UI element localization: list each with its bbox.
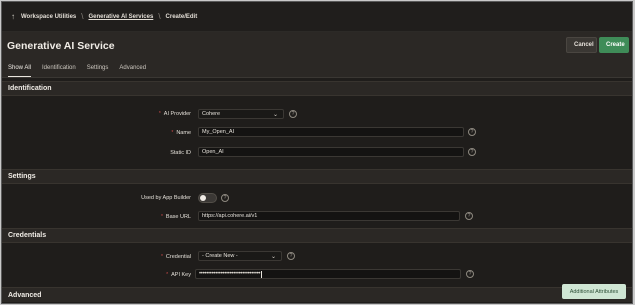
- section-advanced: Advanced: [2, 287, 632, 302]
- required-marker: *: [171, 130, 174, 136]
- cancel-button[interactable]: Cancel: [566, 37, 597, 53]
- text-caret: [261, 270, 263, 278]
- app-window: ↑ Workspace Utilities \ Generative AI Se…: [1, 1, 633, 304]
- help-icon[interactable]: ?: [466, 270, 474, 278]
- help-icon[interactable]: ?: [221, 194, 229, 202]
- section-credentials: Credentials: [2, 228, 632, 243]
- used-by-app-builder-label: Used by App Builder: [141, 195, 191, 201]
- additional-attributes-button[interactable]: Additional Attributes: [562, 284, 626, 299]
- tab-settings[interactable]: Settings: [87, 60, 109, 77]
- help-icon[interactable]: ?: [468, 148, 476, 156]
- static-id-label: Static ID: [170, 150, 191, 156]
- api-key-input[interactable]: ••••••••••••••••••••••••••••••••••: [195, 269, 461, 279]
- api-key-masked-value: ••••••••••••••••••••••••••••••••••: [199, 271, 261, 277]
- breadcrumb-workspace-utilities[interactable]: Workspace Utilities: [21, 14, 76, 20]
- breadcrumb: ↑ Workspace Utilities \ Generative AI Se…: [2, 2, 632, 32]
- tab-show-all[interactable]: Show All: [8, 60, 32, 77]
- page-title: Generative AI Service: [7, 40, 115, 52]
- toggle-knob: [200, 195, 206, 201]
- name-input[interactable]: My_Open_AI: [198, 127, 464, 137]
- help-icon[interactable]: ?: [465, 212, 473, 220]
- credential-label: * Credential: [160, 254, 191, 260]
- tab-advanced[interactable]: Advanced: [119, 60, 146, 77]
- required-marker: *: [166, 272, 169, 278]
- api-key-label: * API Key: [166, 272, 191, 278]
- create-button[interactable]: Create: [599, 37, 629, 53]
- breadcrumb-generative-ai-services[interactable]: Generative AI Services: [88, 14, 153, 20]
- base-url-input[interactable]: https://api.cohere.ai/v1: [198, 211, 460, 221]
- help-icon[interactable]: ?: [289, 110, 297, 118]
- base-url-label: * Base URL: [160, 214, 191, 220]
- chevron-down-icon: ⌄: [270, 254, 276, 260]
- used-by-app-builder-toggle[interactable]: [198, 193, 217, 203]
- region-tabs: Show All Identification Settings Advance…: [2, 60, 632, 78]
- credential-select[interactable]: - Create New - ⌄: [198, 251, 282, 261]
- help-icon[interactable]: ?: [287, 252, 295, 260]
- required-marker: *: [158, 111, 161, 117]
- chevron-down-icon: ⌄: [272, 112, 278, 118]
- required-marker: *: [160, 254, 163, 260]
- help-icon[interactable]: ?: [468, 128, 476, 136]
- section-settings: Settings: [2, 169, 632, 184]
- breadcrumb-separator: \: [158, 12, 161, 21]
- ai-provider-select[interactable]: Cohere ⌄: [198, 109, 284, 119]
- required-marker: *: [160, 214, 163, 220]
- static-id-input[interactable]: Open_AI: [198, 147, 464, 157]
- breadcrumb-current: Create/Edit: [165, 13, 198, 20]
- page-header: Generative AI Service: [2, 32, 632, 60]
- section-identification: Identification: [2, 81, 632, 96]
- name-label: * Name: [171, 130, 191, 136]
- ai-provider-label: * AI Provider: [158, 111, 191, 117]
- tab-identification[interactable]: Identification: [42, 60, 76, 77]
- breadcrumb-separator: \: [81, 12, 84, 21]
- up-arrow-icon[interactable]: ↑: [11, 12, 15, 21]
